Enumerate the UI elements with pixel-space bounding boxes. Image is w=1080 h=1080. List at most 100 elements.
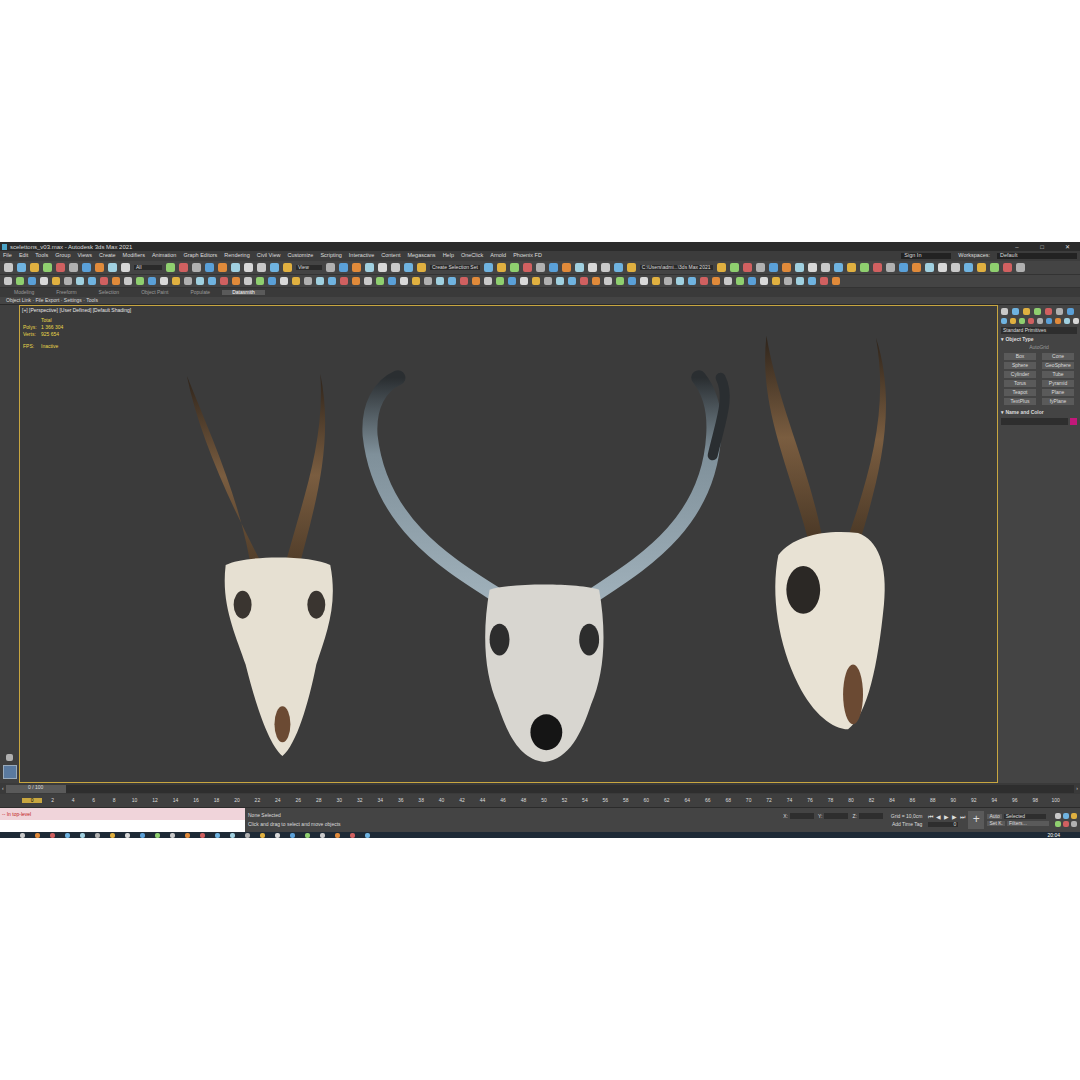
tool-icon[interactable] xyxy=(834,263,843,272)
tool-icon[interactable] xyxy=(56,263,65,272)
tool-icon[interactable] xyxy=(290,833,295,838)
tool-icon[interactable] xyxy=(1046,318,1052,324)
tool-icon[interactable] xyxy=(536,263,545,272)
tool-icon[interactable] xyxy=(28,277,36,285)
window-control[interactable]: – xyxy=(1006,244,1028,250)
tool-icon[interactable] xyxy=(270,263,279,272)
tool-icon[interactable] xyxy=(245,833,250,838)
tool-icon[interactable] xyxy=(64,277,72,285)
tool-icon[interactable] xyxy=(860,263,869,272)
tool-icon[interactable] xyxy=(886,263,895,272)
tool-icon[interactable] xyxy=(795,263,804,272)
tool-icon[interactable] xyxy=(4,277,12,285)
tool-icon[interactable] xyxy=(16,277,24,285)
tool-icon[interactable] xyxy=(417,263,426,272)
primitive-button[interactable]: Sphere xyxy=(1004,362,1036,369)
tool-icon[interactable] xyxy=(847,263,856,272)
primitive-button[interactable]: Tube xyxy=(1042,371,1074,378)
tool-icon[interactable] xyxy=(977,263,986,272)
tool-icon[interactable] xyxy=(1001,318,1007,324)
tool-icon[interactable] xyxy=(35,833,40,838)
tool-icon[interactable] xyxy=(283,263,292,272)
viewport-layout-icon[interactable] xyxy=(3,765,17,779)
tool-icon[interactable] xyxy=(316,277,324,285)
tool-icon[interactable] xyxy=(304,277,312,285)
tool-icon[interactable] xyxy=(796,277,804,285)
tool-icon[interactable] xyxy=(148,277,156,285)
skulls-model-icon[interactable] xyxy=(20,306,997,782)
tool-icon[interactable] xyxy=(448,277,456,285)
tool-icon[interactable] xyxy=(520,277,528,285)
tool-icon[interactable] xyxy=(376,277,384,285)
viewport-label[interactable]: [+] [Perspective] [User Defined] [Defaul… xyxy=(22,308,131,313)
tool-icon[interactable] xyxy=(17,263,26,272)
tool-icon[interactable] xyxy=(436,277,444,285)
window-control[interactable]: ✕ xyxy=(1056,244,1078,250)
tool-icon[interactable] xyxy=(1063,813,1069,819)
tool-icon[interactable] xyxy=(748,277,756,285)
tool-icon[interactable] xyxy=(292,277,300,285)
tool-icon[interactable] xyxy=(232,277,240,285)
name-field[interactable] xyxy=(1001,418,1068,425)
tool-icon[interactable] xyxy=(280,277,288,285)
menu-item[interactable]: Interactive xyxy=(349,253,374,259)
tool-icon[interactable] xyxy=(1073,318,1079,324)
tool-icon[interactable] xyxy=(320,833,325,838)
tool-icon[interactable] xyxy=(88,277,96,285)
frame-field[interactable]: 0 xyxy=(928,822,958,827)
auto-key-button[interactable]: Auto xyxy=(987,814,1001,819)
tool-icon[interactable] xyxy=(990,263,999,272)
tool-icon[interactable] xyxy=(218,263,227,272)
menu-item[interactable]: Edit xyxy=(19,253,28,259)
tool-icon[interactable] xyxy=(1003,263,1012,272)
tool-icon[interactable] xyxy=(808,263,817,272)
tool-icon[interactable] xyxy=(562,263,571,272)
menu-item[interactable]: File xyxy=(3,253,12,259)
primitive-button[interactable]: TextPlus xyxy=(1004,398,1036,405)
tool-icon[interactable] xyxy=(205,263,214,272)
primitive-button[interactable]: Plane xyxy=(1042,389,1074,396)
playback-button[interactable]: ▶ xyxy=(952,814,957,820)
time-slider[interactable]: ‹0 / 100› xyxy=(0,783,1080,794)
tool-icon[interactable] xyxy=(712,277,720,285)
tool-icon[interactable] xyxy=(125,833,130,838)
tool-icon[interactable] xyxy=(925,263,934,272)
menu-item[interactable]: Create xyxy=(99,253,116,259)
tool-icon[interactable] xyxy=(30,263,39,272)
menu-item[interactable]: Group xyxy=(55,253,70,259)
menu-item[interactable]: Help xyxy=(443,253,454,259)
track-bar[interactable]: 0246810121416182022242628303234363840424… xyxy=(0,794,1080,808)
tool-icon[interactable] xyxy=(784,277,792,285)
tool-icon[interactable] xyxy=(196,277,204,285)
tool-icon[interactable] xyxy=(730,263,739,272)
filter-select[interactable]: All xyxy=(134,265,162,270)
tool-icon[interactable] xyxy=(756,263,765,272)
tool-icon[interactable] xyxy=(328,277,336,285)
object-color-swatch[interactable] xyxy=(1070,418,1077,425)
tool-icon[interactable] xyxy=(364,277,372,285)
tool-icon[interactable] xyxy=(256,277,264,285)
tool-icon[interactable] xyxy=(192,263,201,272)
tool-icon[interactable] xyxy=(1010,318,1016,324)
tool-icon[interactable] xyxy=(1045,308,1052,315)
tool-icon[interactable] xyxy=(628,277,636,285)
key-mode-select[interactable]: Selected xyxy=(1004,814,1046,819)
tool-icon[interactable] xyxy=(1028,318,1034,324)
tool-icon[interactable] xyxy=(82,263,91,272)
menu-item[interactable]: Animation xyxy=(152,253,176,259)
tool-icon[interactable] xyxy=(412,277,420,285)
tool-icon[interactable] xyxy=(136,277,144,285)
tool-icon[interactable] xyxy=(184,277,192,285)
viewport[interactable]: [+] [Perspective] [User Defined] [Defaul… xyxy=(19,305,998,783)
tool-icon[interactable] xyxy=(326,263,335,272)
menu-item[interactable]: Customize xyxy=(287,253,313,259)
tool-icon[interactable] xyxy=(391,263,400,272)
ribbon-tab[interactable]: Object Paint xyxy=(131,290,178,295)
primitive-button[interactable]: Cylinder xyxy=(1004,371,1036,378)
menu-item[interactable]: Content xyxy=(381,253,400,259)
menu-item[interactable]: Rendering xyxy=(224,253,249,259)
tool-icon[interactable] xyxy=(724,277,732,285)
tool-icon[interactable] xyxy=(588,263,597,272)
tool-icon[interactable] xyxy=(664,277,672,285)
tool-icon[interactable] xyxy=(388,277,396,285)
